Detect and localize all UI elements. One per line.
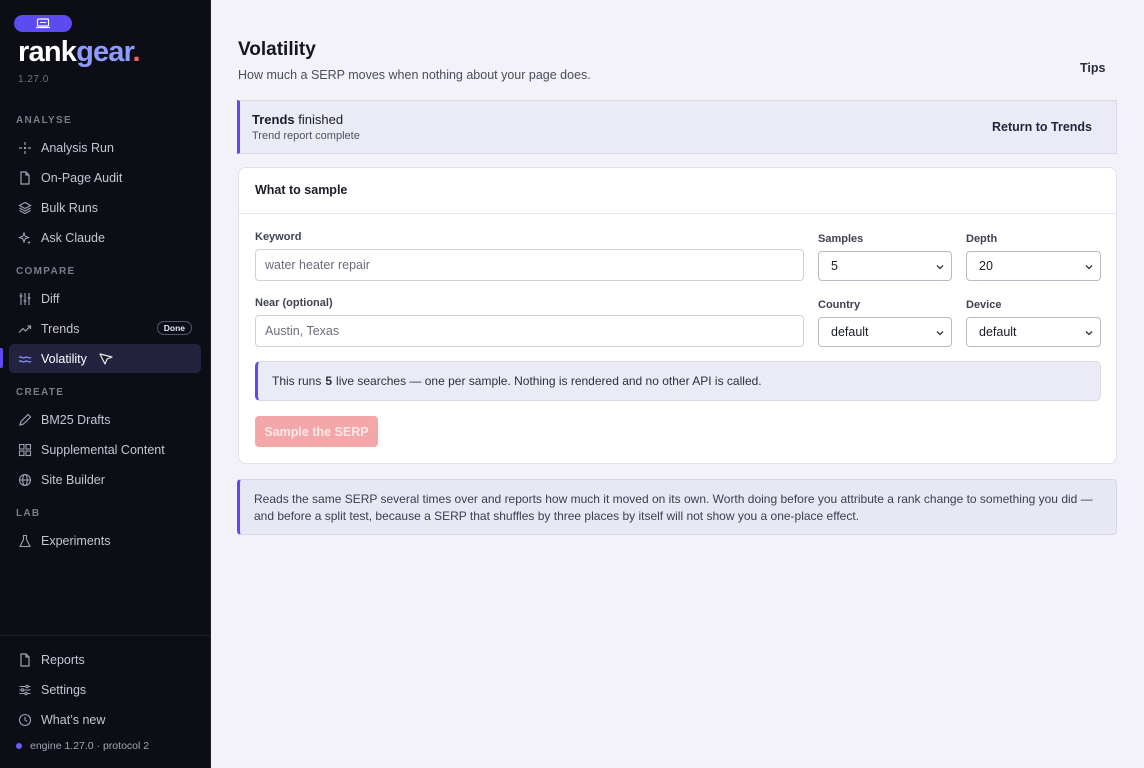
app-logo: rankgear.: [18, 36, 141, 68]
samples-label: Samples: [818, 233, 864, 245]
device-label: Device: [966, 299, 1002, 311]
sidebar-divider: [0, 635, 211, 636]
sidebar-item-label: Trends: [41, 321, 80, 336]
document-icon: [17, 652, 33, 668]
return-to-trends-button[interactable]: Return to Trends: [992, 120, 1092, 134]
sidebar-item-label: BM25 Drafts: [41, 412, 111, 427]
tips-button[interactable]: Tips: [1080, 61, 1105, 75]
trending-up-icon: [17, 321, 33, 337]
pencil-icon: [17, 412, 33, 428]
depth-label: Depth: [966, 233, 998, 245]
near-input[interactable]: [255, 315, 804, 347]
sidebar-item-diff[interactable]: Diff: [9, 284, 201, 313]
samples-value: 5: [831, 259, 838, 273]
laptop-icon: [36, 18, 50, 29]
chevron-down-icon: [936, 331, 944, 336]
sidebar-item-label: Bulk Runs: [41, 200, 98, 215]
status-dot-icon: [16, 743, 22, 749]
status-badge: Done: [156, 321, 192, 335]
explanation-note: Reads the same SERP several times over a…: [237, 479, 1117, 535]
sample-count: 5: [325, 374, 333, 388]
settings-sliders-icon: [17, 682, 33, 698]
active-indicator: [0, 348, 3, 368]
sidebar-item-label: Settings: [41, 682, 87, 697]
depth-value: 20: [979, 259, 993, 273]
sidebar-item-label: Supplemental Content: [41, 442, 165, 457]
sidebar-item-label: On-Page Audit: [41, 170, 123, 185]
document-icon: [17, 170, 33, 186]
brand-badge: [14, 15, 72, 32]
engine-status-text: engine 1.27.0 · protocol 2: [30, 740, 150, 752]
clock-icon: [17, 712, 33, 728]
sidebar-item-label: Reports: [41, 652, 85, 667]
section-label-create: CREATE: [16, 387, 65, 398]
near-label: Near (optional): [255, 297, 333, 309]
section-label-analyse: ANALYSE: [16, 115, 72, 126]
page-title: Volatility: [238, 39, 316, 60]
sidebar-item-label: Ask Claude: [41, 230, 105, 245]
sparkle-icon: [17, 140, 33, 156]
card-header: What to sample: [239, 168, 1116, 214]
sidebar-item-whats-new[interactable]: What’s new: [9, 705, 201, 734]
wave-icon: [17, 351, 33, 367]
mouse-cursor-icon: [99, 353, 113, 365]
device-value: default: [979, 325, 1017, 339]
sidebar-item-site-builder[interactable]: Site Builder: [9, 465, 201, 494]
section-label-lab: LAB: [16, 508, 41, 519]
app-version: 1.27.0: [18, 74, 49, 85]
cost-info-banner: This runs 5 live searches — one per sample…: [255, 361, 1101, 401]
flask-icon: [17, 533, 33, 549]
sidebar-item-reports[interactable]: Reports: [9, 645, 201, 674]
section-label-compare: COMPARE: [16, 266, 76, 277]
chevron-down-icon: [936, 265, 944, 270]
sparkles-icon: [17, 230, 33, 246]
samples-select[interactable]: 5: [818, 251, 952, 281]
chevron-down-icon: [1085, 265, 1093, 270]
device-select[interactable]: default: [966, 317, 1101, 347]
engine-status: engine 1.27.0 · protocol 2: [16, 740, 149, 752]
country-select[interactable]: default: [818, 317, 952, 347]
depth-select[interactable]: 20: [966, 251, 1101, 281]
sidebar-item-bm25-drafts[interactable]: BM25 Drafts: [9, 405, 201, 434]
sidebar-item-trends[interactable]: Trends Done: [9, 314, 201, 343]
globe-icon: [17, 472, 33, 488]
completion-notice: Trends finished Trend report complete Re…: [237, 100, 1117, 154]
sidebar-item-ask-claude[interactable]: Ask Claude: [9, 223, 201, 252]
sidebar-item-on-page-audit[interactable]: On-Page Audit: [9, 163, 201, 192]
sidebar-item-settings[interactable]: Settings: [9, 675, 201, 704]
notice-title: Trends finished: [252, 112, 344, 127]
sidebar-item-experiments[interactable]: Experiments: [9, 526, 201, 555]
country-value: default: [831, 325, 869, 339]
sample-serp-button[interactable]: Sample the SERP: [255, 416, 378, 447]
sidebar-item-label: What’s new: [41, 712, 106, 727]
card-title: What to sample: [255, 183, 348, 197]
sidebar-item-supplemental-content[interactable]: Supplemental Content: [9, 435, 201, 464]
layers-icon: [17, 200, 33, 216]
sidebar: rankgear. 1.27.0 ANALYSE Analysis Run On…: [0, 0, 211, 768]
keyword-input[interactable]: [255, 249, 804, 281]
sidebar-item-label: Diff: [41, 291, 60, 306]
sidebar-item-label: Volatility: [41, 351, 87, 366]
sidebar-item-label: Analysis Run: [41, 140, 114, 155]
grid-icon: [17, 442, 33, 458]
chevron-down-icon: [1085, 331, 1093, 336]
notice-description: Trend report complete: [252, 130, 360, 142]
sliders-icon: [17, 291, 33, 307]
page-subtitle: How much a SERP moves when nothing about…: [238, 68, 591, 82]
country-label: Country: [818, 299, 861, 311]
keyword-label: Keyword: [255, 231, 302, 243]
sample-form-card: What to sample Keyword Near (optional) S…: [238, 167, 1117, 464]
sidebar-item-bulk-runs[interactable]: Bulk Runs: [9, 193, 201, 222]
sidebar-item-analysis-run[interactable]: Analysis Run: [9, 133, 201, 162]
sidebar-item-label: Experiments: [41, 533, 111, 548]
sidebar-item-label: Site Builder: [41, 472, 105, 487]
